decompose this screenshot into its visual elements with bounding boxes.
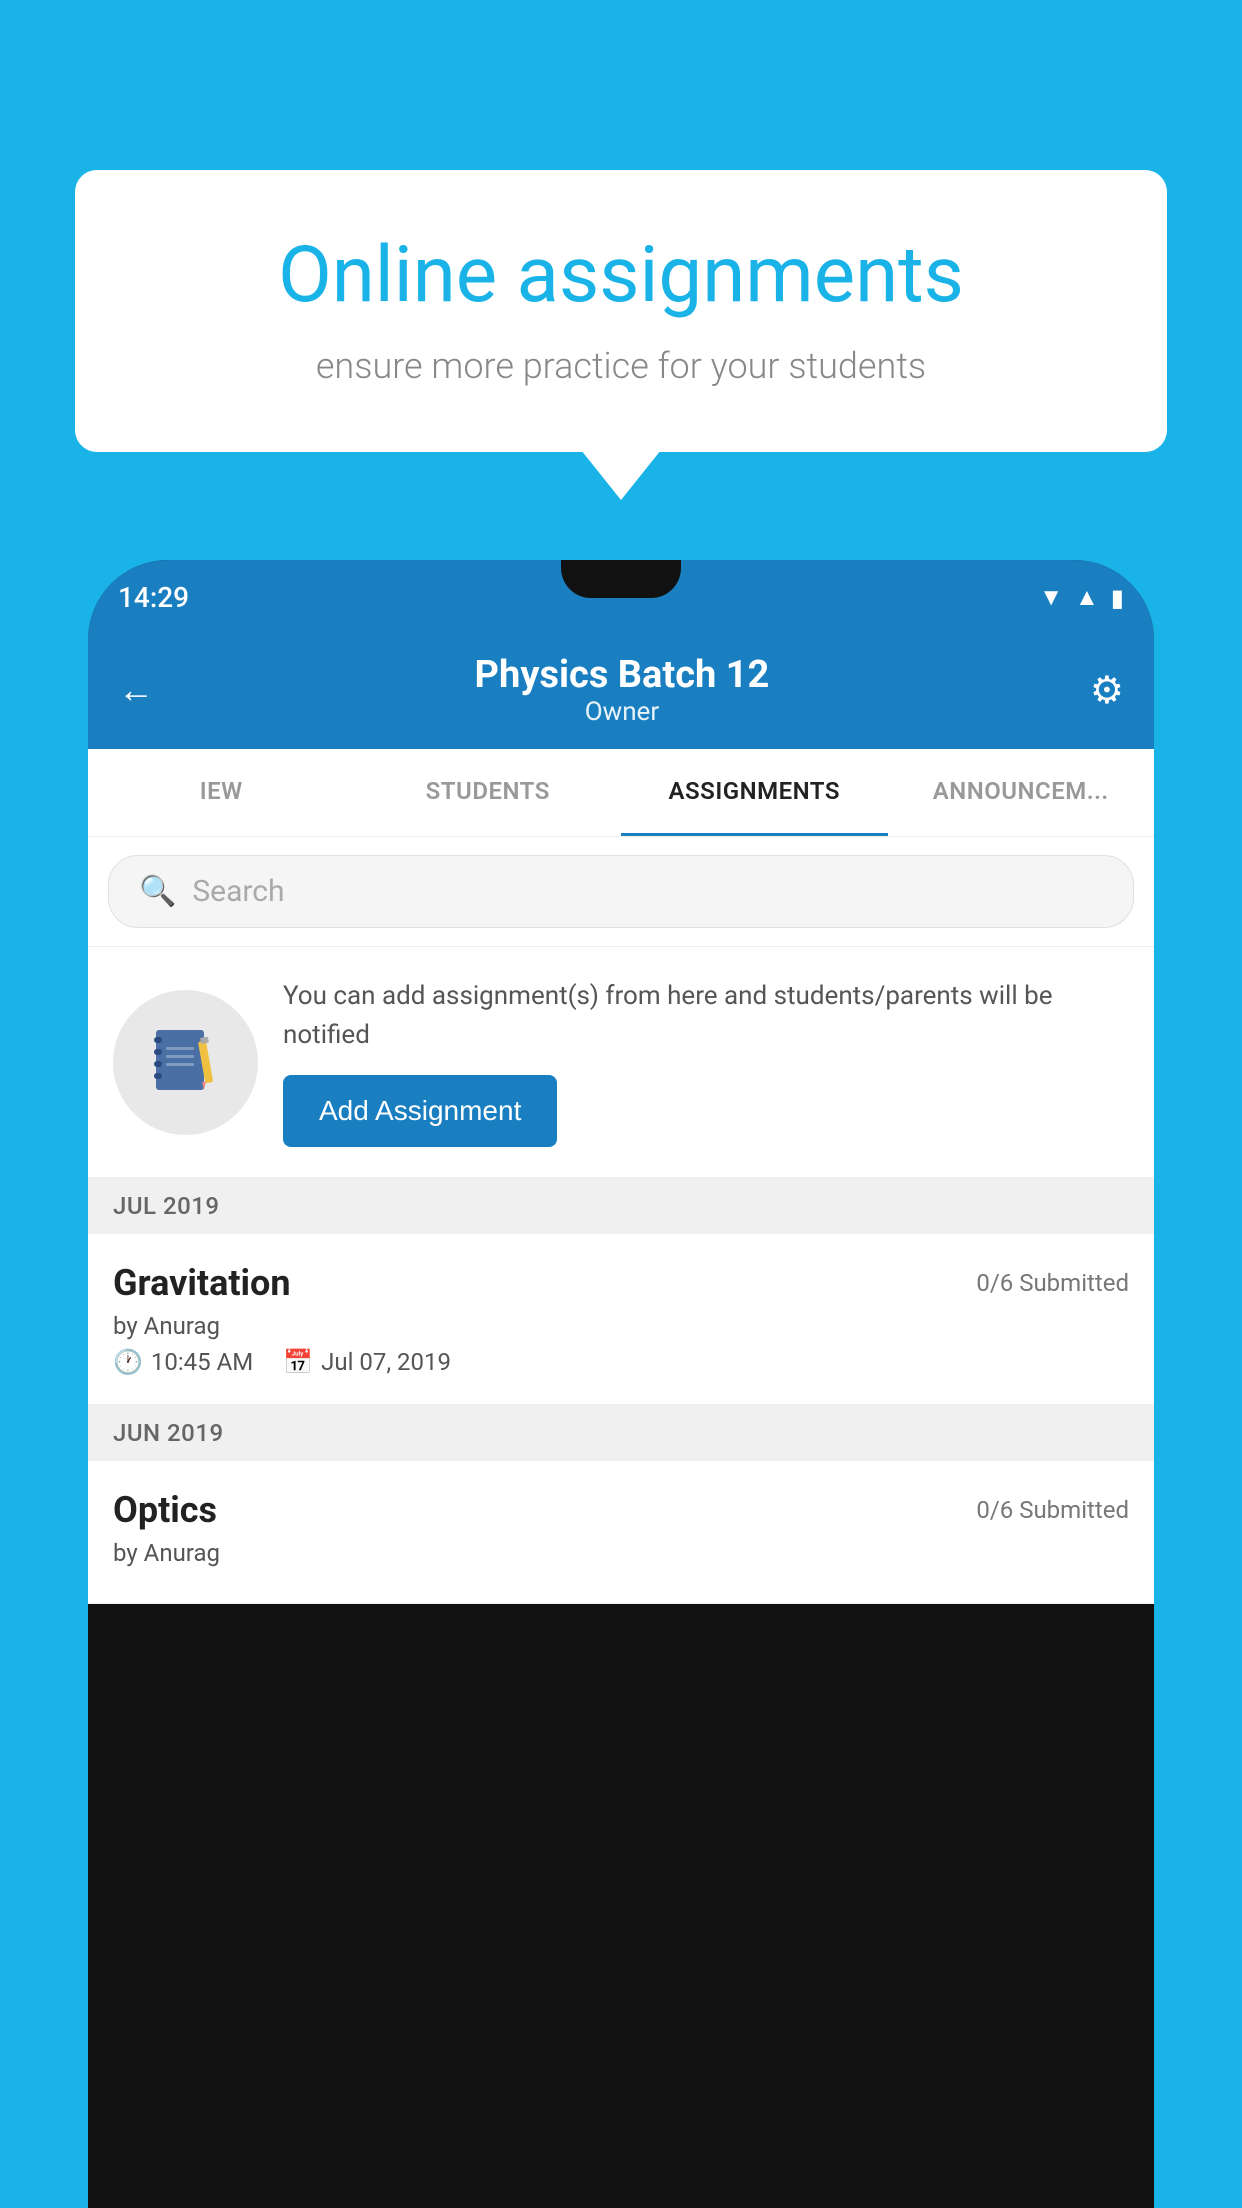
batch-role: Owner	[475, 697, 770, 727]
search-bar-container: 🔍 Search	[88, 837, 1154, 947]
settings-icon[interactable]: ⚙	[1090, 668, 1124, 713]
back-button[interactable]: ←	[118, 669, 154, 711]
speech-bubble-container: Online assignments ensure more practice …	[75, 170, 1167, 452]
clock-icon: 🕐	[113, 1348, 143, 1376]
speech-bubble: Online assignments ensure more practice …	[75, 170, 1167, 452]
batch-title: Physics Batch 12	[475, 653, 770, 697]
battery-icon: ▮	[1111, 584, 1124, 612]
tab-assignments[interactable]: ASSIGNMENTS	[621, 749, 888, 836]
assignment-by-optics: by Anurag	[113, 1539, 1129, 1567]
header-center: Physics Batch 12 Owner	[475, 653, 770, 727]
add-assignment-promo: You can add assignment(s) from here and …	[88, 947, 1154, 1178]
assignment-row-top-optics: Optics 0/6 Submitted	[113, 1489, 1129, 1531]
assignment-meta-gravitation: 🕐 10:45 AM 📅 Jul 07, 2019	[113, 1348, 1129, 1376]
speech-bubble-title: Online assignments	[145, 230, 1097, 321]
search-placeholder-text: Search	[192, 874, 284, 909]
tab-announcements[interactable]: ANNOUNCEM...	[888, 749, 1155, 836]
status-time: 14:29	[118, 581, 189, 614]
add-assignment-button[interactable]: Add Assignment	[283, 1075, 557, 1147]
assignment-submitted-optics: 0/6 Submitted	[976, 1496, 1129, 1524]
notebook-icon-circle	[113, 990, 258, 1135]
tabs-bar: IEW STUDENTS ASSIGNMENTS ANNOUNCEM...	[88, 749, 1154, 837]
section-header-jul: JUL 2019	[88, 1178, 1154, 1234]
section-header-jun: JUN 2019	[88, 1405, 1154, 1461]
assignment-submitted-gravitation: 0/6 Submitted	[976, 1269, 1129, 1297]
search-icon: 🔍	[139, 874, 176, 909]
assignment-date-item: 📅 Jul 07, 2019	[283, 1348, 451, 1376]
search-bar[interactable]: 🔍 Search	[108, 855, 1134, 928]
speech-bubble-subtitle: ensure more practice for your students	[145, 345, 1097, 387]
app-header: ← Physics Batch 12 Owner ⚙	[88, 635, 1154, 749]
notebook-icon	[146, 1022, 226, 1102]
assignment-name-optics: Optics	[113, 1489, 217, 1531]
signal-icon: ▲	[1075, 583, 1099, 612]
assignment-row-top: Gravitation 0/6 Submitted	[113, 1262, 1129, 1304]
assignment-time-item: 🕐 10:45 AM	[113, 1348, 253, 1376]
promo-description: You can add assignment(s) from here and …	[283, 977, 1129, 1055]
status-icons: ▼ ▲ ▮	[1039, 583, 1124, 612]
assignment-name-gravitation: Gravitation	[113, 1262, 291, 1304]
assignment-by-gravitation: by Anurag	[113, 1312, 1129, 1340]
assignment-item-optics[interactable]: Optics 0/6 Submitted by Anurag	[88, 1461, 1154, 1604]
tab-iew[interactable]: IEW	[88, 749, 355, 836]
phone-frame: 14:29 ▼ ▲ ▮ ← Physics Batch 12 Owner ⚙ I…	[88, 560, 1154, 2208]
wifi-icon: ▼	[1039, 583, 1063, 612]
tab-students[interactable]: STUDENTS	[355, 749, 622, 836]
assignment-time: 10:45 AM	[151, 1348, 253, 1376]
phone-screen: 🔍 Search	[88, 837, 1154, 1604]
notch	[561, 560, 681, 598]
promo-text-area: You can add assignment(s) from here and …	[283, 977, 1129, 1147]
calendar-icon: 📅	[283, 1348, 313, 1376]
status-bar: 14:29 ▼ ▲ ▮	[88, 560, 1154, 635]
assignment-item-gravitation[interactable]: Gravitation 0/6 Submitted by Anurag 🕐 10…	[88, 1234, 1154, 1405]
assignment-date: Jul 07, 2019	[321, 1348, 451, 1376]
